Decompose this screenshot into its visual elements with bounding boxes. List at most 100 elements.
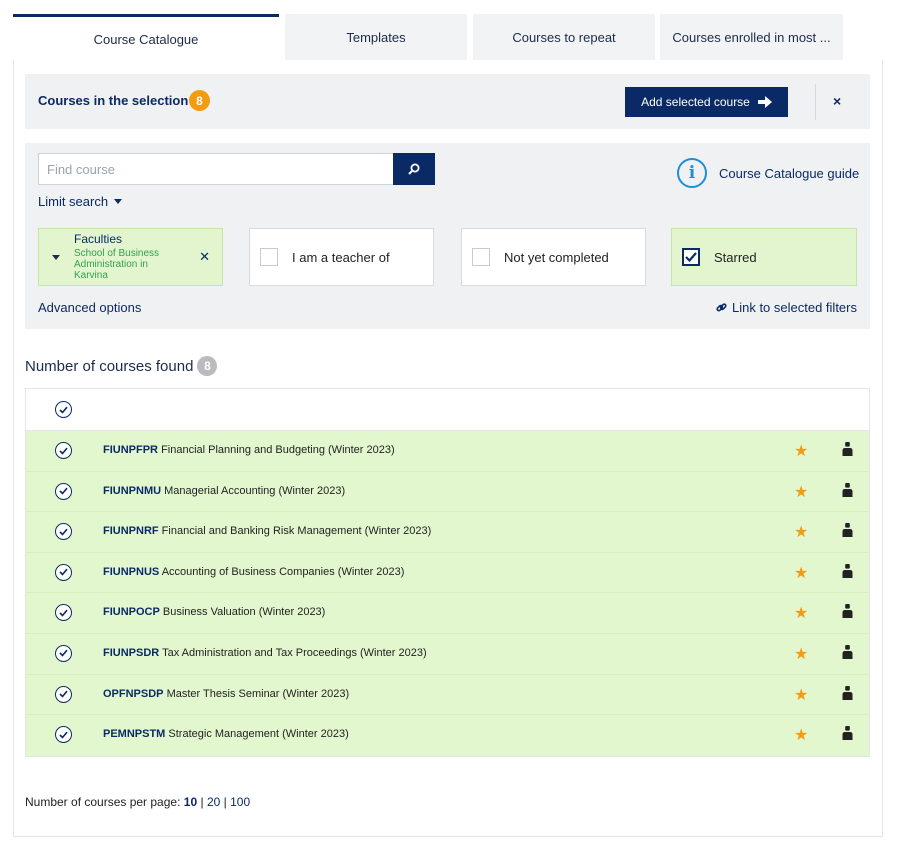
link-to-selected-filters[interactable]: Link to selected filters bbox=[716, 300, 857, 315]
courses-found-heading: Number of courses found 8 bbox=[25, 356, 218, 376]
starred-checkbox[interactable] bbox=[682, 248, 700, 266]
info-icon: i bbox=[677, 158, 707, 188]
not-yet-completed-checkbox[interactable] bbox=[472, 248, 490, 266]
course-name: Financial and Banking Risk Management (W… bbox=[161, 525, 432, 538]
course-catalogue-guide-link[interactable]: i Course Catalogue guide bbox=[677, 158, 859, 188]
star-icon[interactable]: ★ bbox=[794, 441, 808, 461]
person-icon bbox=[842, 442, 853, 459]
table-row[interactable]: PEMNPSTM Strategic Management (Winter 20… bbox=[26, 715, 869, 756]
limit-search-toggle[interactable]: Limit search bbox=[38, 194, 123, 209]
starred-filter[interactable]: Starred bbox=[671, 228, 857, 286]
course-code: OPFNPSDP bbox=[103, 687, 164, 700]
star-icon[interactable]: ★ bbox=[794, 725, 808, 745]
star-icon[interactable]: ★ bbox=[794, 644, 808, 664]
person-icon bbox=[842, 604, 853, 621]
course-code: FIUNPNMU bbox=[103, 484, 162, 497]
person-icon bbox=[842, 644, 853, 662]
remove-faculty-icon[interactable]: ✕ bbox=[199, 249, 210, 265]
table-row[interactable]: OPFNPSDP Master Thesis Seminar (Winter 2… bbox=[26, 674, 869, 716]
table-row[interactable]: FIUNPOCP Business Valuation (Winter 2023… bbox=[26, 593, 869, 634]
course-link[interactable]: FIUNPSDR Tax Administration and Tax Proc… bbox=[103, 647, 427, 659]
row-selected-check-icon[interactable] bbox=[55, 644, 72, 662]
search-button[interactable] bbox=[393, 153, 435, 185]
find-course-input[interactable] bbox=[38, 153, 394, 185]
tab-courses-to-repeat[interactable]: Courses to repeat bbox=[473, 14, 655, 61]
course-name: Managerial Accounting (Winter 2023) bbox=[164, 484, 346, 497]
chevron-down-icon bbox=[114, 199, 123, 204]
check-icon bbox=[685, 252, 697, 262]
course-link[interactable]: OPFNPSDP Master Thesis Seminar (Winter 2… bbox=[103, 688, 349, 700]
row-selected-check-icon[interactable] bbox=[55, 482, 72, 500]
selection-title: Courses in the selection bbox=[38, 93, 189, 108]
table-row[interactable]: FIUNPFPR Financial Planning and Budgetin… bbox=[26, 431, 869, 472]
course-link[interactable]: PEMNPSTM Strategic Management (Winter 20… bbox=[103, 728, 349, 740]
teacher-of-checkbox[interactable] bbox=[260, 248, 278, 266]
table-row[interactable]: FIUNPNRF Financial and Banking Risk Mana… bbox=[26, 512, 869, 553]
arrow-right-icon bbox=[757, 96, 772, 108]
table-row[interactable]: FIUNPNMU Managerial Accounting (Winter 2… bbox=[26, 471, 869, 513]
row-selected-check-icon[interactable] bbox=[55, 604, 72, 622]
course-name: Accounting of Business Companies (Winter… bbox=[161, 565, 405, 578]
courses-found-label: Number of courses found bbox=[25, 357, 194, 375]
row-selected-check-icon[interactable] bbox=[55, 726, 72, 744]
not-yet-completed-filter[interactable]: Not yet completed bbox=[461, 228, 646, 286]
star-icon[interactable]: ★ bbox=[794, 482, 808, 502]
course-link[interactable]: FIUNPNMU Managerial Accounting (Winter 2… bbox=[103, 485, 345, 497]
faculties-filter[interactable]: Faculties School of Business Administrat… bbox=[38, 228, 223, 286]
course-code: PEMNPSTM bbox=[103, 728, 166, 741]
table-header bbox=[26, 389, 869, 431]
close-selection-button[interactable]: × bbox=[833, 93, 841, 109]
tab-bar: Course Catalogue Templates Courses to re… bbox=[13, 14, 883, 61]
per-page-100[interactable]: 100 bbox=[230, 795, 250, 809]
person-icon bbox=[842, 563, 853, 581]
select-all-check-icon[interactable] bbox=[55, 401, 72, 418]
course-name: Financial Planning and Budgeting (Winter… bbox=[161, 444, 395, 456]
per-page-10[interactable]: 10 bbox=[184, 795, 197, 809]
course-code: FIUNPFPR bbox=[103, 444, 158, 456]
selection-bar: Courses in the selection 8 Add selected … bbox=[25, 74, 870, 129]
course-code: FIUNPNUS bbox=[103, 565, 160, 578]
course-name: Business Valuation (Winter 2023) bbox=[162, 606, 326, 619]
course-link[interactable]: FIUNPOCP Business Valuation (Winter 2023… bbox=[103, 606, 325, 618]
person-icon bbox=[842, 726, 853, 743]
faculties-text: Faculties School of Business Administrat… bbox=[74, 232, 184, 282]
star-icon[interactable]: ★ bbox=[794, 522, 808, 542]
advanced-options-link[interactable]: Advanced options bbox=[38, 300, 141, 315]
row-selected-check-icon[interactable] bbox=[55, 685, 72, 703]
starred-label: Starred bbox=[714, 249, 757, 265]
course-link[interactable]: FIUNPFPR Financial Planning and Budgetin… bbox=[103, 444, 395, 456]
course-name: Strategic Management (Winter 2023) bbox=[168, 728, 349, 741]
course-code: FIUNPSDR bbox=[103, 646, 160, 659]
star-icon[interactable]: ★ bbox=[794, 685, 808, 705]
tab-courses-enrolled-most[interactable]: Courses enrolled in most ... bbox=[660, 14, 843, 61]
faculties-value: School of Business Administration in Kar… bbox=[74, 248, 160, 281]
per-page-20[interactable]: 20 bbox=[207, 795, 220, 809]
person-icon bbox=[842, 482, 853, 500]
tab-course-catalogue[interactable]: Course Catalogue bbox=[13, 14, 279, 61]
row-selected-check-icon[interactable] bbox=[55, 563, 72, 581]
row-selected-check-icon[interactable] bbox=[55, 442, 72, 459]
link-filters-label: Link to selected filters bbox=[731, 300, 857, 315]
per-page-label: Number of courses per page: bbox=[25, 795, 181, 809]
link-icon bbox=[716, 303, 727, 312]
courses-table: FIUNPFPR Financial Planning and Budgetin… bbox=[25, 388, 870, 757]
course-link[interactable]: FIUNPNRF Financial and Banking Risk Mana… bbox=[103, 525, 431, 537]
not-yet-completed-label: Not yet completed bbox=[504, 249, 609, 265]
row-selected-check-icon[interactable] bbox=[55, 523, 72, 541]
table-row[interactable]: FIUNPSDR Tax Administration and Tax Proc… bbox=[26, 633, 869, 675]
course-name: Master Thesis Seminar (Winter 2023) bbox=[166, 687, 350, 700]
course-link[interactable]: FIUNPNUS Accounting of Business Companie… bbox=[103, 566, 404, 578]
person-icon bbox=[842, 523, 853, 540]
table-row[interactable]: FIUNPNUS Accounting of Business Companie… bbox=[26, 552, 869, 594]
star-icon[interactable]: ★ bbox=[794, 603, 808, 623]
add-selected-course-button[interactable]: Add selected course bbox=[625, 87, 788, 117]
tab-templates[interactable]: Templates bbox=[285, 14, 467, 61]
courses-per-page: Number of courses per page: 10 | 20 | 10… bbox=[25, 795, 250, 809]
star-icon[interactable]: ★ bbox=[794, 563, 808, 583]
person-icon bbox=[842, 685, 853, 703]
teacher-of-filter[interactable]: I am a teacher of bbox=[249, 228, 434, 286]
per-page-separator: | bbox=[200, 795, 204, 809]
limit-search-label: Limit search bbox=[38, 194, 109, 209]
faculties-title: Faculties bbox=[74, 232, 123, 246]
per-page-separator: | bbox=[223, 795, 227, 809]
